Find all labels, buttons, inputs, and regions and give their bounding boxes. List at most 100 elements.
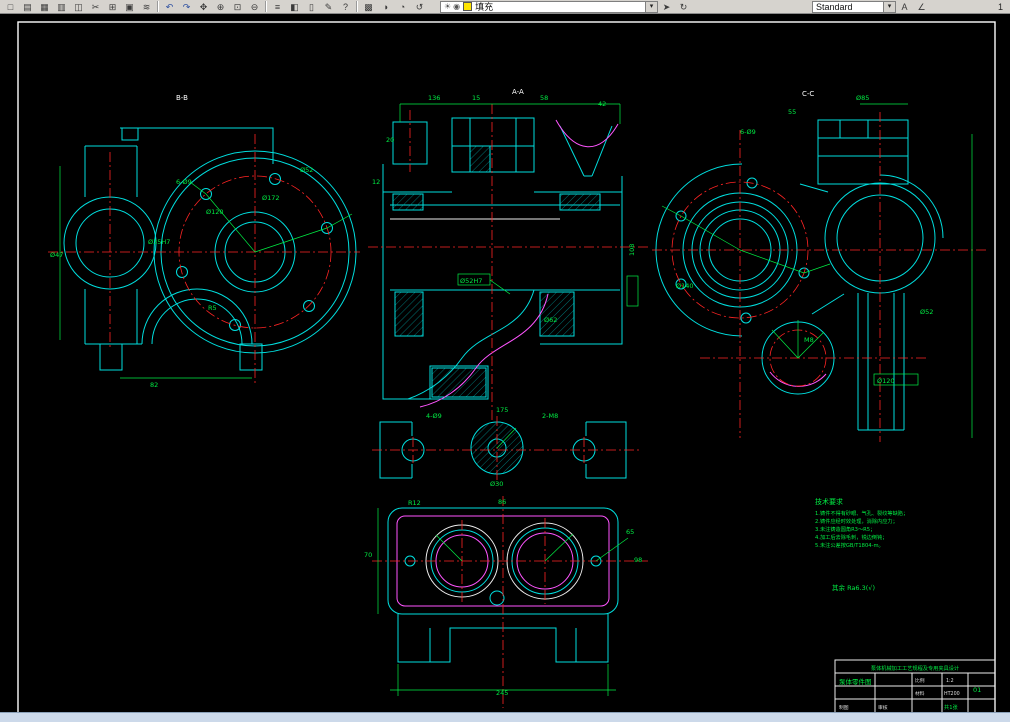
layer-tools-group: ➤ ↻	[658, 0, 692, 14]
dim-label: Ø120	[877, 377, 895, 385]
dim-label: 6-Ø9	[740, 128, 756, 136]
layer-properties-icon[interactable]: ▩	[360, 0, 377, 14]
dim-label: 98	[634, 556, 642, 564]
file-toolbar-group: □ ▤ ▦ ▥ ◫ ✂ ⊞ ▣ ≋	[2, 0, 155, 14]
open-icon[interactable]: ▤	[19, 0, 36, 14]
view-label: A-A	[512, 88, 524, 96]
title-block: 泵体机械加工工艺规程及专用夹具设计 泵体零件图 比例 1:2 材料 HT200 …	[834, 659, 996, 714]
zoom-realtime-icon[interactable]: ⊕	[212, 0, 229, 14]
layer-combo[interactable]: ☀ ◉ 填充 ▾	[440, 0, 658, 13]
main-section-view	[368, 103, 648, 422]
pan-icon[interactable]: ✥	[195, 0, 212, 14]
make-object-layer-current-icon[interactable]: ➤	[658, 0, 675, 14]
title-block-part-name: 泵体零件图	[839, 677, 872, 686]
dim-label: 136	[428, 94, 440, 102]
technical-notes: 技术要求 1.铸件不得有砂眼、气孔、裂纹等缺陷； 2.铸件应经时效处理，消除内应…	[815, 497, 908, 592]
cut-icon[interactable]: ✂	[87, 0, 104, 14]
drawing-svg: 6-Ø9 Ø120 Ø35H7 Ø172 Ø52 Ø47 R5 82 136 1…	[17, 21, 996, 714]
page-indicator: 1	[997, 1, 1003, 12]
dim-label: R5	[208, 304, 217, 312]
dim-label: R12	[408, 499, 421, 507]
layer-toolbar-group: ▩ ◑ ◔ ↺	[360, 0, 428, 14]
dim-label: 4-Ø9	[426, 412, 442, 420]
dim-label: Ø52	[920, 308, 933, 316]
palette-toolbar-group: ≡ ◧ ▯ ✎?	[269, 0, 354, 14]
dim-label: 20	[386, 136, 394, 144]
title-block-project-title: 泵体机械加工工艺规程及专用夹具设计	[871, 664, 959, 672]
markup-icon[interactable]: ✎	[320, 0, 337, 14]
dim-label: M8	[804, 336, 814, 344]
view-labels: B-B A-A C-C	[176, 88, 814, 102]
layer-on-icon: ☀	[444, 2, 452, 11]
zoom-window-icon[interactable]: ⊡	[229, 0, 246, 14]
status-bar	[0, 712, 1010, 722]
dim-label: 86	[498, 498, 506, 506]
design-center-icon[interactable]: ◧	[286, 0, 303, 14]
dim-label: 12	[372, 178, 380, 186]
dim-label: 58	[540, 94, 548, 102]
dim-label: Ø140	[676, 282, 694, 290]
dim-label: 70	[364, 551, 372, 559]
help-icon[interactable]: ?	[337, 0, 354, 14]
redo-icon[interactable]: ↷	[178, 0, 195, 14]
dim-label: 2-M8	[542, 412, 558, 420]
new-icon[interactable]: □	[2, 0, 19, 14]
drawing-canvas[interactable]: 6-Ø9 Ø120 Ø35H7 Ø172 Ø52 Ø47 R5 82 136 1…	[0, 14, 1010, 714]
style-combo-value: Standard	[816, 1, 853, 12]
layer-combo-value: 填充	[475, 2, 494, 12]
layer-previous-icon[interactable]: ↺	[411, 0, 428, 14]
dim-label: Ø47	[50, 251, 63, 259]
properties-icon[interactable]: ≡	[269, 0, 286, 14]
dim-label: Ø35H7	[148, 238, 170, 246]
dim-label: Ø85	[856, 94, 869, 102]
text-style-icon[interactable]: A	[896, 0, 913, 14]
tool-palettes-icon[interactable]: ▯	[303, 0, 320, 14]
toolbar-separator	[157, 1, 159, 12]
detail-section-view	[372, 416, 640, 484]
right-end-view	[652, 103, 988, 442]
match-properties-icon[interactable]: ≋	[138, 0, 155, 14]
dim-label: Ø52	[300, 166, 313, 174]
checker-label: 审核	[878, 704, 888, 711]
save-icon[interactable]: ▦	[36, 0, 53, 14]
dim-label: 55	[788, 108, 796, 116]
dim-label: Ø52H7	[460, 277, 482, 285]
dim-label: Ø62	[544, 316, 557, 324]
layer-bulb-icon: ◉	[453, 2, 461, 11]
layer-states-icon[interactable]: ◑	[377, 0, 394, 14]
layer-walk-icon[interactable]: ◔	[394, 0, 411, 14]
note-line: 1.铸件不得有砂眼、气孔、裂纹等缺陷；	[815, 509, 908, 517]
paste-icon[interactable]: ▣	[121, 0, 138, 14]
layer-color-swatch	[463, 2, 473, 11]
material-value: HT200	[944, 691, 960, 697]
undo-icon[interactable]: ↶	[161, 0, 178, 14]
dim-label: 108	[628, 244, 636, 256]
dim-label: Ø30	[490, 480, 503, 488]
zoom-previous-icon[interactable]: ⊖	[246, 0, 263, 14]
notes-heading: 技术要求	[815, 497, 843, 506]
dim-label: 245	[496, 689, 508, 697]
dropdown-arrow-icon[interactable]: ▾	[883, 1, 895, 12]
dim-label: Ø120	[206, 208, 224, 216]
layer-update-icon[interactable]: ↻	[675, 0, 692, 14]
surface-finish-note: 其余 Ra6.3(√)	[832, 583, 875, 592]
material-label: 材料	[915, 690, 925, 697]
note-line: 2.铸件应经时效处理，消除内应力；	[815, 517, 898, 525]
dim-label: 175	[496, 406, 508, 414]
style-tools-group: A ∠	[896, 0, 930, 14]
dim-style-icon[interactable]: ∠	[913, 0, 930, 14]
bottom-plan-view	[372, 496, 648, 708]
dim-label: 15	[472, 94, 480, 102]
note-line: 3.未注铸造圆角R3～R5；	[815, 525, 875, 533]
dropdown-arrow-icon[interactable]: ▾	[645, 1, 657, 12]
print-icon[interactable]: ▥	[53, 0, 70, 14]
toolbar: □ ▤ ▦ ▥ ◫ ✂ ⊞ ▣ ≋ ↶ ↷ ✥ ⊕ ⊡ ⊖ ≡ ◧ ▯ ✎? ▩ ◑ ◔ ↺ ☀ ◉ 填充 ▾ ➤ ↻ …	[0, 0, 1010, 14]
plot-preview-icon[interactable]: ◫	[70, 0, 87, 14]
sheet-count: 共1张	[944, 703, 958, 711]
copy-icon[interactable]: ⊞	[104, 0, 121, 14]
toolbar-separator	[265, 1, 267, 12]
style-combo[interactable]: Standard ▾	[812, 0, 896, 13]
toolbar-separator	[356, 1, 358, 12]
scale-label: 比例	[915, 677, 925, 684]
dim-label: Ø172	[262, 194, 280, 202]
